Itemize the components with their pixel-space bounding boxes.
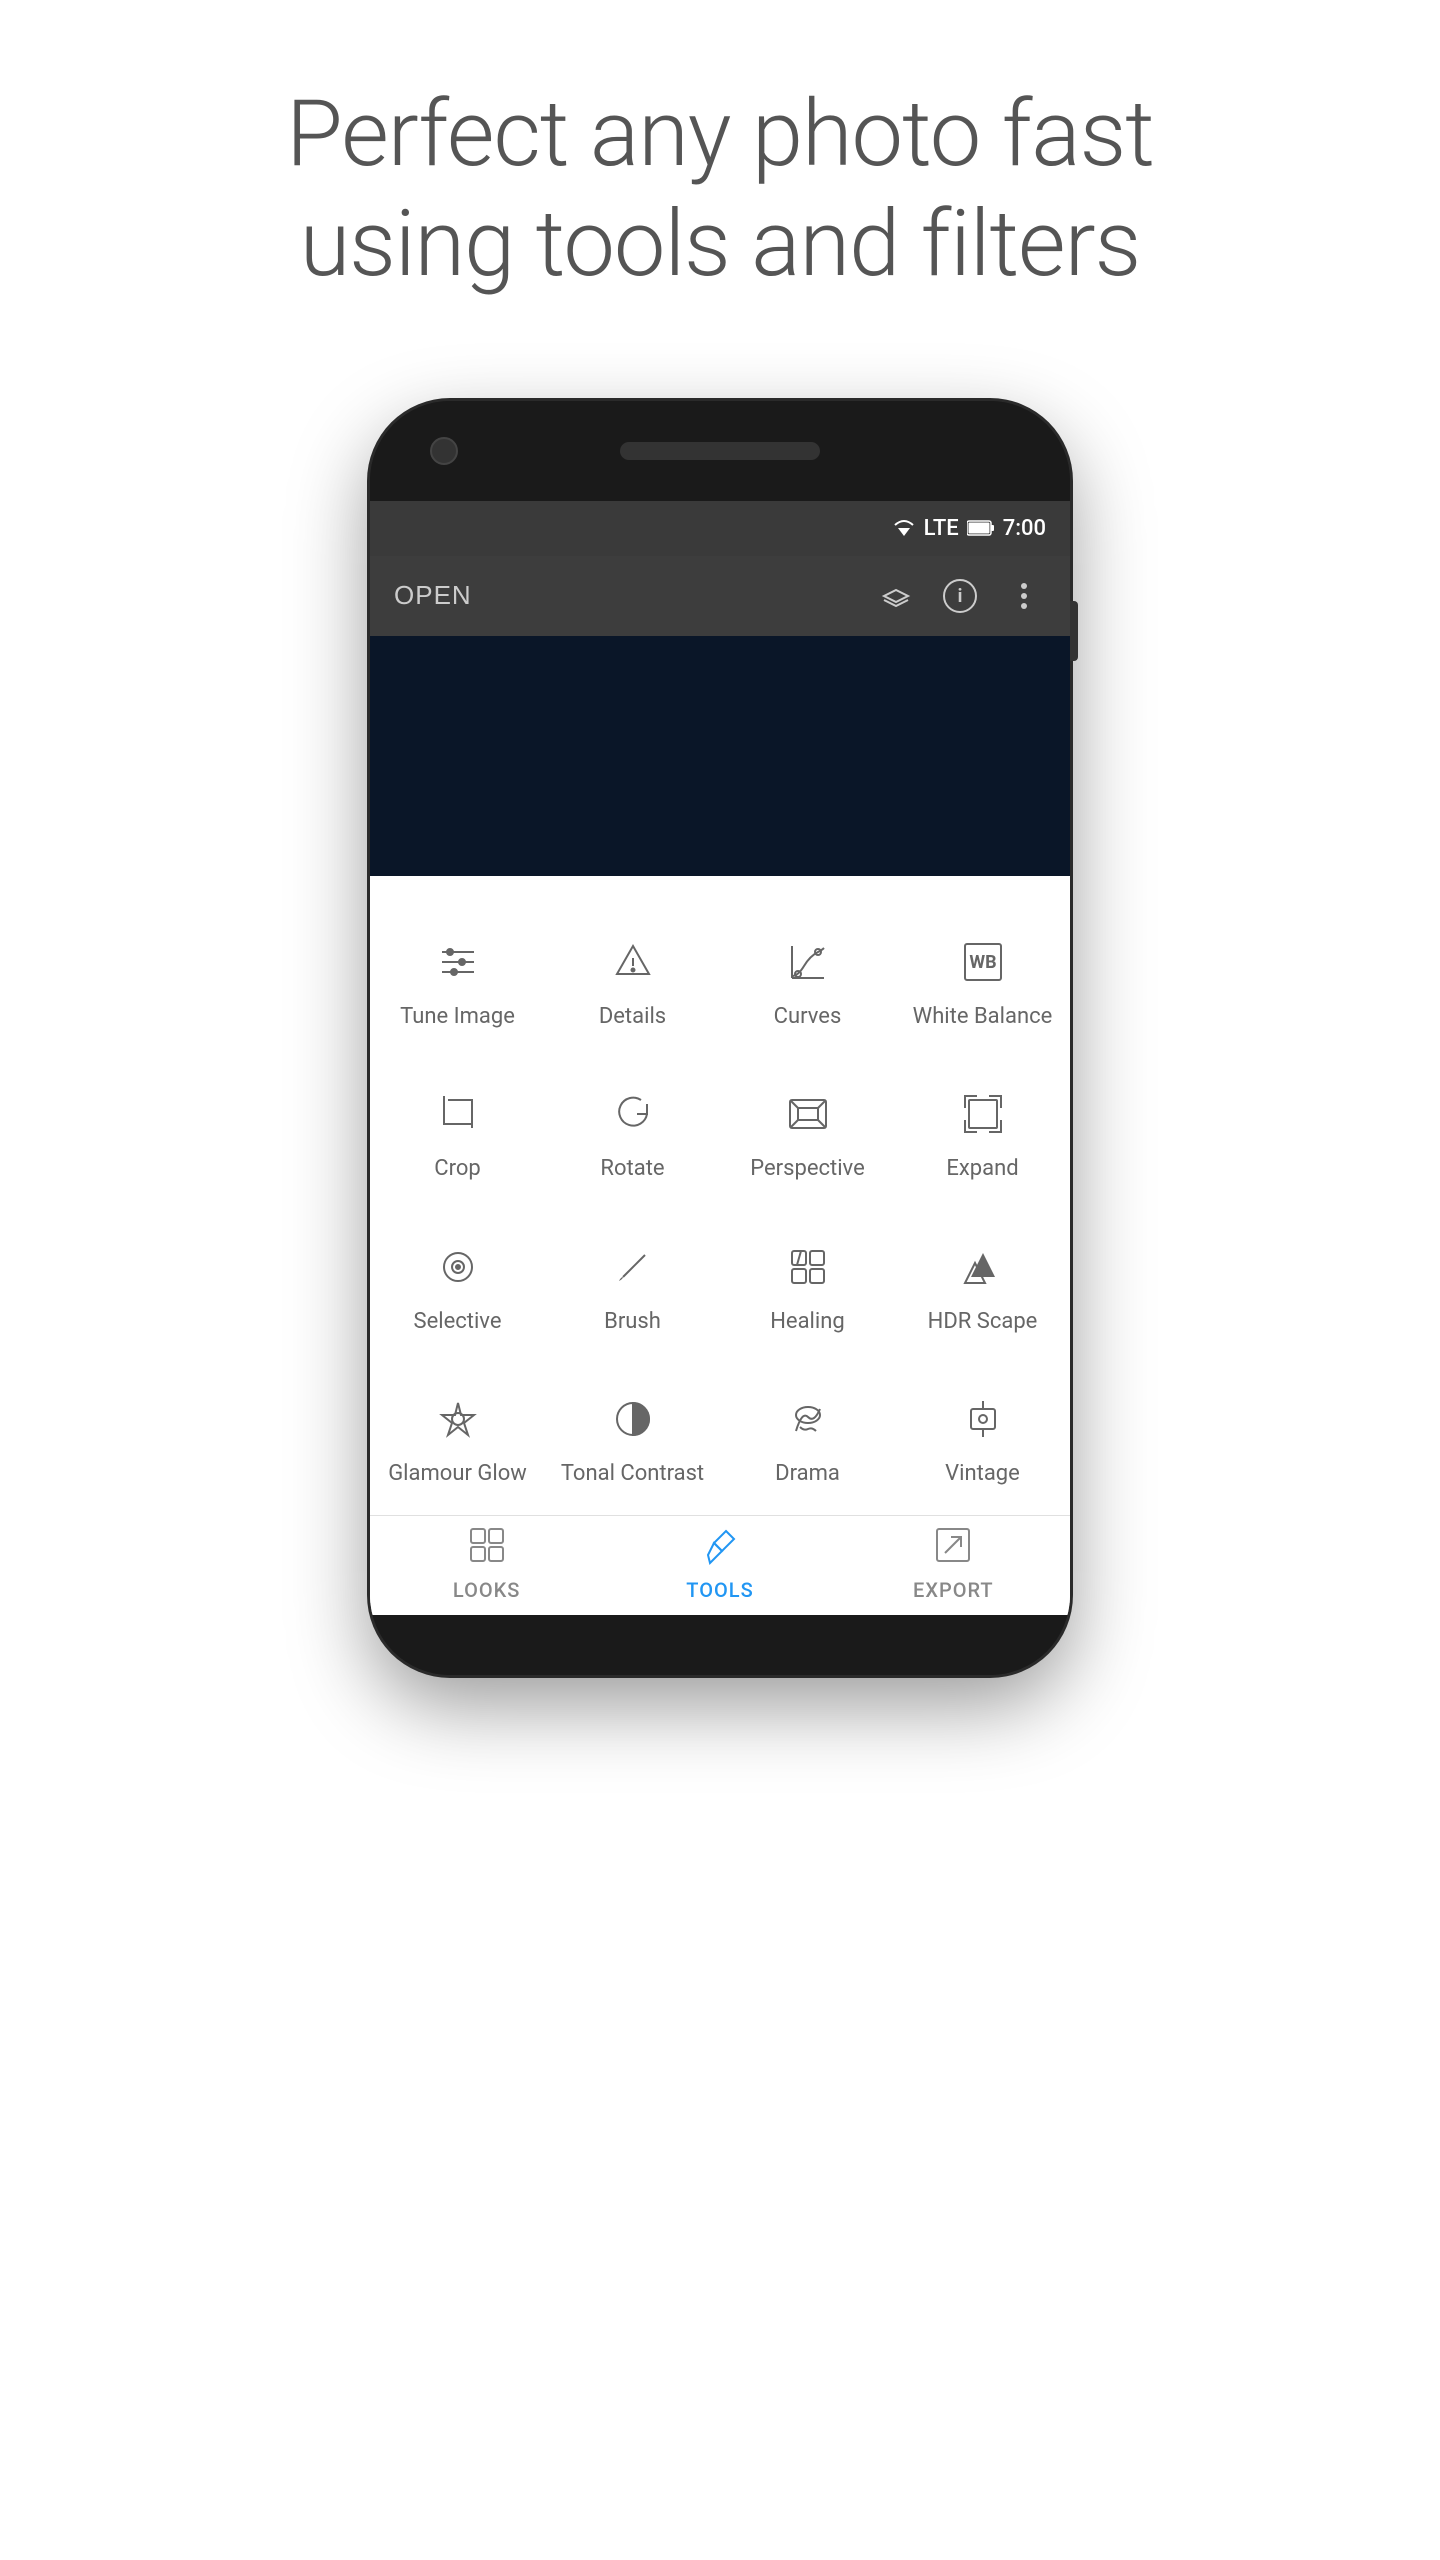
info-icon[interactable]: i: [938, 574, 982, 618]
layers-icon[interactable]: [874, 574, 918, 618]
tool-glamour-glow[interactable]: Glamour Glow: [370, 1363, 545, 1515]
drama-icon: [780, 1391, 836, 1447]
volume-button: [1070, 601, 1078, 661]
looks-label: LOOKS: [453, 1578, 520, 1602]
svg-text:i: i: [958, 586, 963, 607]
tool-expand[interactable]: Expand: [895, 1058, 1070, 1210]
open-button[interactable]: OPEN: [394, 580, 472, 611]
looks-nav-icon: [462, 1520, 512, 1570]
crop-label: Crop: [434, 1156, 480, 1182]
perspective-icon: [780, 1086, 836, 1142]
white-balance-icon: WB: [955, 934, 1011, 990]
tool-healing[interactable]: Healing: [720, 1211, 895, 1363]
crop-icon: [430, 1086, 486, 1142]
tune-image-icon: [430, 934, 486, 990]
white-balance-label: White Balance: [913, 1004, 1053, 1030]
expand-label: Expand: [946, 1156, 1018, 1182]
clock: 7:00: [1003, 516, 1046, 541]
tool-rotate[interactable]: Rotate: [545, 1058, 720, 1210]
details-label: Details: [599, 1004, 666, 1030]
tool-tune-image[interactable]: Tune Image: [370, 906, 545, 1058]
vintage-icon: [955, 1391, 1011, 1447]
wifi-icon: [892, 518, 916, 538]
perspective-label: Perspective: [750, 1156, 864, 1182]
photo-preview: [370, 636, 1070, 876]
earpiece-speaker: [620, 442, 820, 460]
tool-selective[interactable]: Selective: [370, 1211, 545, 1363]
glamour-glow-icon: [430, 1391, 486, 1447]
svg-text:WB: WB: [969, 952, 996, 973]
nav-looks[interactable]: LOOKS: [370, 1516, 603, 1605]
export-nav-icon: [928, 1520, 978, 1570]
toolbar-icons: i: [874, 574, 1046, 618]
tool-vintage[interactable]: Vintage: [895, 1363, 1070, 1515]
phone-mockup: LTE 7:00 OPEN: [370, 401, 1070, 1676]
phone-frame: LTE 7:00 OPEN: [370, 401, 1070, 1676]
selective-icon: [430, 1239, 486, 1295]
tool-crop[interactable]: Crop: [370, 1058, 545, 1210]
battery-icon: [967, 519, 995, 537]
healing-icon: [780, 1239, 836, 1295]
phone-bottom-bezel: [370, 1615, 1070, 1675]
tools-label: TOOLS: [686, 1578, 753, 1602]
phone-top-bezel: [370, 401, 1070, 501]
brush-label: Brush: [604, 1309, 661, 1335]
tool-details[interactable]: Details: [545, 906, 720, 1058]
tonal-contrast-icon: [605, 1391, 661, 1447]
details-icon: [605, 934, 661, 990]
headline: Perfect any photo fast using tools and f…: [186, 80, 1254, 301]
healing-label: Healing: [770, 1309, 845, 1335]
front-camera: [430, 437, 458, 465]
tools-panel: Tune Image Details: [370, 876, 1070, 1616]
vintage-label: Vintage: [945, 1461, 1020, 1487]
tune-image-label: Tune Image: [400, 1004, 515, 1030]
hdr-scape-icon: [955, 1239, 1011, 1295]
status-bar: LTE 7:00: [370, 501, 1070, 556]
phone-screen: LTE 7:00 OPEN: [370, 501, 1070, 1616]
rotate-icon: [605, 1086, 661, 1142]
drama-label: Drama: [775, 1461, 840, 1487]
nav-export[interactable]: EXPORT: [837, 1516, 1070, 1605]
bottom-navigation: LOOKS TOOLS: [370, 1515, 1070, 1605]
curves-icon: [780, 934, 836, 990]
tools-grid: Tune Image Details: [370, 906, 1070, 1516]
expand-icon: [955, 1086, 1011, 1142]
tool-tonal-contrast[interactable]: Tonal Contrast: [545, 1363, 720, 1515]
lte-indicator: LTE: [924, 516, 959, 541]
tool-curves[interactable]: Curves: [720, 906, 895, 1058]
tool-hdr-scape[interactable]: HDR Scape: [895, 1211, 1070, 1363]
selective-label: Selective: [414, 1309, 502, 1335]
hdr-scape-label: HDR Scape: [928, 1309, 1038, 1335]
glamour-glow-label: Glamour Glow: [388, 1461, 527, 1487]
more-options-icon[interactable]: [1002, 574, 1046, 618]
tool-perspective[interactable]: Perspective: [720, 1058, 895, 1210]
rotate-label: Rotate: [600, 1156, 664, 1182]
export-label: EXPORT: [913, 1578, 994, 1602]
nav-tools[interactable]: TOOLS: [603, 1516, 836, 1605]
tool-drama[interactable]: Drama: [720, 1363, 895, 1515]
tool-white-balance[interactable]: WB White Balance: [895, 906, 1070, 1058]
status-icons: LTE 7:00: [892, 516, 1046, 541]
tool-brush[interactable]: Brush: [545, 1211, 720, 1363]
app-toolbar: OPEN i: [370, 556, 1070, 636]
brush-icon: [605, 1239, 661, 1295]
curves-label: Curves: [774, 1004, 842, 1030]
tools-nav-icon: [695, 1520, 745, 1570]
tonal-contrast-label: Tonal Contrast: [561, 1461, 704, 1487]
